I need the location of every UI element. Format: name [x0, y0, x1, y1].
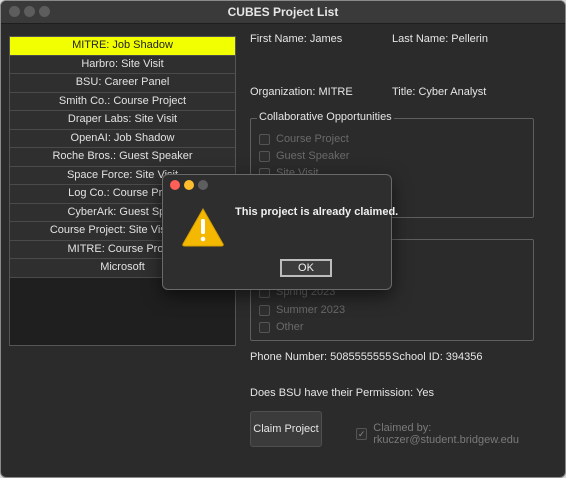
checkbox[interactable]	[259, 321, 270, 333]
checkbox[interactable]	[259, 150, 270, 162]
warning-icon	[182, 207, 224, 247]
project-list-item[interactable]: MITRE: Job Shadow	[10, 37, 235, 56]
dialog-title-bar	[163, 175, 391, 195]
collab-option[interactable]: Course Project	[259, 132, 349, 146]
semester-option-label: Summer 2023	[276, 304, 346, 316]
checkbox[interactable]	[259, 133, 270, 145]
collab-option-label: Course Project	[276, 133, 349, 145]
collab-option[interactable]: Guest Speaker	[259, 149, 349, 163]
project-list-item[interactable]: Roche Bros.: Guest Speaker	[10, 148, 235, 167]
claimed-by-label: Claimed by: rkuczer@student.bridgew.edu	[373, 422, 519, 446]
organization-label: Organization: MITRE	[250, 86, 353, 98]
collaborative-opportunities-title: Collaborative Opportunities	[257, 111, 394, 123]
school-id-label: School ID: 394356	[392, 351, 483, 363]
collab-option-label: Guest Speaker	[276, 150, 350, 162]
claim-project-button[interactable]: Claim Project	[250, 411, 322, 447]
semester-option-label: Other	[276, 321, 304, 333]
window-title: CUBES Project List	[227, 5, 339, 19]
semester-option[interactable]: Other	[259, 320, 304, 334]
project-list-item[interactable]: Harbro: Site Visit	[10, 55, 235, 74]
claimed-by-checkbox[interactable]: ✓ Claimed by: rkuczer@student.bridgew.ed…	[356, 422, 565, 446]
checkmark-icon: ✓	[356, 428, 368, 440]
title-label: Title: Cyber Analyst	[392, 86, 487, 98]
title-bar: CUBES Project List	[1, 1, 565, 24]
last-name-label: Last Name: Pellerin	[392, 33, 488, 45]
project-list-item[interactable]: OpenAI: Job Shadow	[10, 129, 235, 148]
project-list-item[interactable]: Draper Labs: Site Visit	[10, 111, 235, 130]
checkbox[interactable]	[259, 304, 270, 316]
alert-dialog: This project is already claimed. OK	[162, 174, 398, 290]
permission-label: Does BSU have their Permission: Yes	[250, 387, 435, 399]
phone-label: Phone Number: 5085555555	[250, 351, 392, 363]
project-list-item[interactable]: BSU: Career Panel	[10, 74, 235, 93]
dialog-minimize-button[interactable]	[184, 180, 194, 190]
dialog-zoom-button[interactable]	[198, 180, 208, 190]
first-name-label: First Name: James	[250, 33, 343, 45]
ok-button[interactable]: OK	[280, 259, 332, 277]
dialog-close-button[interactable]	[170, 180, 180, 190]
semester-option[interactable]: Summer 2023	[259, 303, 345, 317]
dialog-message: This project is already claimed.	[235, 206, 399, 218]
project-list-item[interactable]: Smith Co.: Course Project	[10, 92, 235, 111]
